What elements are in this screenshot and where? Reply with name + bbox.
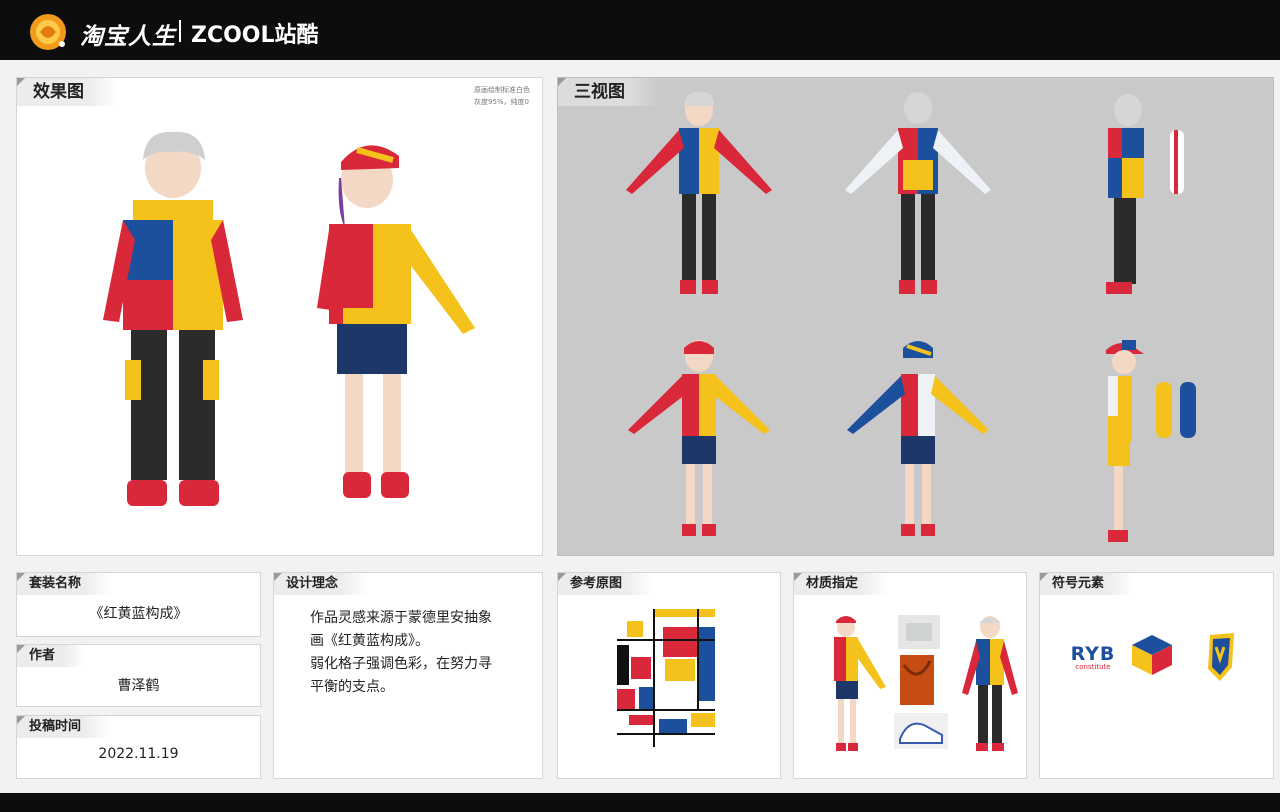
- material-girl-figure: [834, 616, 886, 751]
- concept-line-3: 弱化格子强调色彩，在努力寻: [310, 656, 492, 672]
- bottom-bar: [0, 793, 1280, 812]
- girl-side-view: [1106, 340, 1196, 542]
- author-value: 曹泽鹤: [117, 678, 160, 694]
- concept-line-4: 平衡的支点。: [310, 679, 394, 695]
- boy-side-view: [1106, 94, 1184, 294]
- effect-note: 原画绘制标准白色 灰度95%，纯度0: [474, 84, 530, 108]
- boy-front-view: [626, 91, 772, 294]
- brand-divider: [179, 20, 181, 42]
- taobao-life-logo-icon: [30, 14, 66, 50]
- reference-title: 参考原图: [558, 573, 653, 595]
- material-boy-figure: [962, 616, 1018, 751]
- ryb-cube-icon: [1132, 635, 1172, 675]
- design-concept-text: 作品灵感来源于蒙德里安抽象 画《红黄蓝构成》。 弱化格子强调色彩，在努力寻 平衡…: [310, 607, 528, 699]
- material-sneaker-photo: [894, 713, 948, 749]
- outfit-name-title: 套装名称: [17, 573, 112, 595]
- boy-character-illustration: [103, 131, 243, 506]
- boy-back-view: [845, 92, 991, 294]
- material-title: 材质指定: [794, 573, 889, 595]
- ryb-logo-subtext: constitute: [1075, 663, 1111, 671]
- brand-taobao-life: 淘宝人生: [80, 24, 176, 50]
- design-concept-panel: 设计理念 作品灵感来源于蒙德里安抽象 画《红黄蓝构成》。 弱化格子强调色彩，在努…: [273, 572, 543, 779]
- mondrian-reference-image: [617, 609, 715, 747]
- post-time-panel: 投稿时间 2022.11.19: [16, 715, 261, 779]
- author-panel: 作者 曹泽鹤: [16, 644, 261, 707]
- material-fabric-swatch-white: [898, 615, 940, 649]
- shield-badge-icon: [1208, 633, 1234, 681]
- girl-front-view: [628, 340, 770, 536]
- effect-panel: 效果图 原画绘制标准白色 灰度95%，纯度0: [16, 77, 543, 556]
- design-concept-title: 设计理念: [274, 573, 369, 595]
- post-time-value: 2022.11.19: [98, 746, 179, 762]
- ryb-logo: RYB constitute: [1068, 643, 1118, 671]
- material-panel: 材质指定: [793, 572, 1027, 779]
- top-bar: 淘宝人生 ZCOOL站酷: [0, 0, 1280, 60]
- effect-note-line1: 原画绘制标准白色: [474, 86, 530, 94]
- three-view-panel: 三视图: [557, 77, 1274, 556]
- outfit-name-panel: 套装名称 《红黄蓝构成》: [16, 572, 261, 637]
- concept-line-2: 画《红黄蓝构成》。: [310, 633, 429, 649]
- brand-zcool: ZCOOL站酷: [191, 23, 319, 48]
- material-fabric-swatch-orange: [900, 655, 934, 705]
- effect-panel-title: 效果图: [17, 78, 118, 106]
- concept-line-1: 作品灵感来源于蒙德里安抽象: [310, 610, 492, 626]
- outfit-name-value: 《红黄蓝构成》: [89, 606, 188, 622]
- girl-back-view: [847, 341, 989, 536]
- effect-note-line2: 灰度95%，纯度0: [474, 98, 530, 106]
- symbol-elements-title: 符号元素: [1040, 573, 1135, 595]
- symbol-elements-panel: 符号元素 RYB constitute: [1039, 572, 1274, 779]
- reference-panel: 参考原图: [557, 572, 781, 779]
- author-title: 作者: [17, 645, 86, 667]
- girl-character-illustration: [317, 145, 475, 498]
- post-time-title: 投稿时间: [17, 716, 112, 738]
- ryb-logo-text: RYB: [1070, 643, 1116, 665]
